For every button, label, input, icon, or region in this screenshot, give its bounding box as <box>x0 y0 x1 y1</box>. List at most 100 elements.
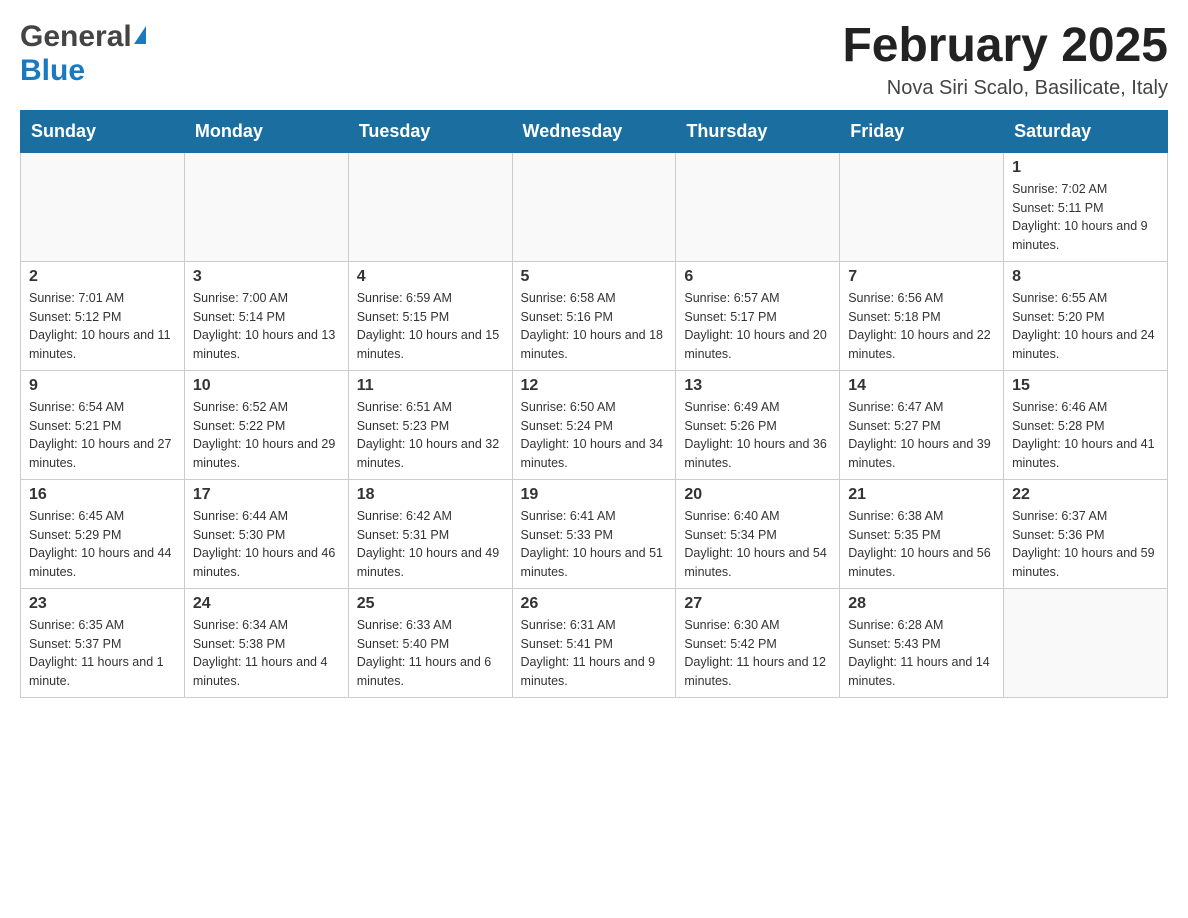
calendar-day-cell: 19 Sunrise: 6:41 AMSunset: 5:33 PMDayligh… <box>512 479 676 588</box>
calendar-table: SundayMondayTuesdayWednesdayThursdayFrid… <box>20 110 1168 698</box>
day-info: Sunrise: 6:50 AMSunset: 5:24 PMDaylight:… <box>521 398 668 473</box>
calendar-day-cell: 14 Sunrise: 6:47 AMSunset: 5:27 PMDayligh… <box>840 370 1004 479</box>
day-number: 5 <box>521 268 668 286</box>
day-info: Sunrise: 6:47 AMSunset: 5:27 PMDaylight:… <box>848 398 995 473</box>
calendar-day-cell: 21 Sunrise: 6:38 AMSunset: 5:35 PMDayligh… <box>840 479 1004 588</box>
calendar-week-row: 9 Sunrise: 6:54 AMSunset: 5:21 PMDaylight… <box>21 370 1168 479</box>
day-number: 17 <box>193 486 340 504</box>
calendar-week-row: 2 Sunrise: 7:01 AMSunset: 5:12 PMDaylight… <box>21 261 1168 370</box>
calendar-day-cell: 25 Sunrise: 6:33 AMSunset: 5:40 PMDayligh… <box>348 588 512 697</box>
calendar-day-cell: 2 Sunrise: 7:01 AMSunset: 5:12 PMDaylight… <box>21 261 185 370</box>
day-number: 21 <box>848 486 995 504</box>
day-info: Sunrise: 6:51 AMSunset: 5:23 PMDaylight:… <box>357 398 504 473</box>
day-of-week-header: Saturday <box>1004 110 1168 152</box>
calendar-day-cell: 16 Sunrise: 6:45 AMSunset: 5:29 PMDayligh… <box>21 479 185 588</box>
calendar-day-cell: 5 Sunrise: 6:58 AMSunset: 5:16 PMDaylight… <box>512 261 676 370</box>
day-info: Sunrise: 6:56 AMSunset: 5:18 PMDaylight:… <box>848 289 995 364</box>
calendar-day-cell: 4Sunrise: 6:59 AMSunset: 5:15 PMDaylight… <box>348 261 512 370</box>
day-info: Sunrise: 6:41 AMSunset: 5:33 PMDaylight:… <box>521 507 668 582</box>
calendar-day-cell: 13Sunrise: 6:49 AMSunset: 5:26 PMDayligh… <box>676 370 840 479</box>
calendar-day-cell: 10 Sunrise: 6:52 AMSunset: 5:22 PMDayligh… <box>184 370 348 479</box>
day-info: Sunrise: 6:35 AMSunset: 5:37 PMDaylight:… <box>29 616 176 691</box>
day-number: 27 <box>684 595 831 613</box>
calendar-day-cell: 9 Sunrise: 6:54 AMSunset: 5:21 PMDaylight… <box>21 370 185 479</box>
day-info: Sunrise: 7:02 AMSunset: 5:11 PMDaylight:… <box>1012 180 1159 255</box>
day-info: Sunrise: 6:33 AMSunset: 5:40 PMDaylight:… <box>357 616 504 691</box>
day-number: 2 <box>29 268 176 286</box>
day-info: Sunrise: 6:40 AMSunset: 5:34 PMDaylight:… <box>684 507 831 582</box>
day-info: Sunrise: 6:37 AMSunset: 5:36 PMDaylight:… <box>1012 507 1159 582</box>
day-of-week-header: Monday <box>184 110 348 152</box>
day-number: 4 <box>357 268 504 286</box>
calendar-week-row: 23 Sunrise: 6:35 AMSunset: 5:37 PMDayligh… <box>21 588 1168 697</box>
day-number: 25 <box>357 595 504 613</box>
day-number: 20 <box>684 486 831 504</box>
day-info: Sunrise: 6:30 AMSunset: 5:42 PMDaylight:… <box>684 616 831 691</box>
calendar-day-cell: 7 Sunrise: 6:56 AMSunset: 5:18 PMDaylight… <box>840 261 1004 370</box>
day-info: Sunrise: 7:00 AMSunset: 5:14 PMDaylight:… <box>193 289 340 364</box>
logo-triangle-icon <box>134 26 146 44</box>
calendar-day-cell: 3Sunrise: 7:00 AMSunset: 5:14 PMDaylight… <box>184 261 348 370</box>
calendar-day-cell: 1Sunrise: 7:02 AMSunset: 5:11 PMDaylight… <box>1004 152 1168 261</box>
day-info: Sunrise: 6:42 AMSunset: 5:31 PMDaylight:… <box>357 507 504 582</box>
logo: General Blue <box>20 20 146 88</box>
calendar-day-cell: 23 Sunrise: 6:35 AMSunset: 5:37 PMDayligh… <box>21 588 185 697</box>
location-text: Nova Siri Scalo, Basilicate, Italy <box>842 77 1168 100</box>
day-number: 9 <box>29 377 176 395</box>
day-of-week-header: Friday <box>840 110 1004 152</box>
calendar-header-row: SundayMondayTuesdayWednesdayThursdayFrid… <box>21 110 1168 152</box>
calendar-day-cell: 15Sunrise: 6:46 AMSunset: 5:28 PMDayligh… <box>1004 370 1168 479</box>
day-info: Sunrise: 6:45 AMSunset: 5:29 PMDaylight:… <box>29 507 176 582</box>
day-number: 12 <box>521 377 668 395</box>
day-of-week-header: Sunday <box>21 110 185 152</box>
day-number: 24 <box>193 595 340 613</box>
day-number: 22 <box>1012 486 1159 504</box>
day-info: Sunrise: 6:58 AMSunset: 5:16 PMDaylight:… <box>521 289 668 364</box>
day-of-week-header: Thursday <box>676 110 840 152</box>
calendar-day-cell: 26Sunrise: 6:31 AMSunset: 5:41 PMDayligh… <box>512 588 676 697</box>
calendar-day-cell: 24 Sunrise: 6:34 AMSunset: 5:38 PMDayligh… <box>184 588 348 697</box>
calendar-day-cell <box>512 152 676 261</box>
day-number: 19 <box>521 486 668 504</box>
day-number: 7 <box>848 268 995 286</box>
day-info: Sunrise: 6:34 AMSunset: 5:38 PMDaylight:… <box>193 616 340 691</box>
day-info: Sunrise: 6:52 AMSunset: 5:22 PMDaylight:… <box>193 398 340 473</box>
day-number: 14 <box>848 377 995 395</box>
day-number: 16 <box>29 486 176 504</box>
calendar-day-cell <box>21 152 185 261</box>
day-number: 23 <box>29 595 176 613</box>
day-info: Sunrise: 6:54 AMSunset: 5:21 PMDaylight:… <box>29 398 176 473</box>
day-number: 26 <box>521 595 668 613</box>
calendar-day-cell: 11 Sunrise: 6:51 AMSunset: 5:23 PMDayligh… <box>348 370 512 479</box>
day-number: 6 <box>684 268 831 286</box>
calendar-day-cell: 27 Sunrise: 6:30 AMSunset: 5:42 PMDayligh… <box>676 588 840 697</box>
day-number: 28 <box>848 595 995 613</box>
day-info: Sunrise: 7:01 AMSunset: 5:12 PMDaylight:… <box>29 289 176 364</box>
day-info: Sunrise: 6:38 AMSunset: 5:35 PMDaylight:… <box>848 507 995 582</box>
day-info: Sunrise: 6:57 AMSunset: 5:17 PMDaylight:… <box>684 289 831 364</box>
day-of-week-header: Tuesday <box>348 110 512 152</box>
day-info: Sunrise: 6:46 AMSunset: 5:28 PMDaylight:… <box>1012 398 1159 473</box>
calendar-day-cell: 12 Sunrise: 6:50 AMSunset: 5:24 PMDayligh… <box>512 370 676 479</box>
day-of-week-header: Wednesday <box>512 110 676 152</box>
calendar-day-cell: 8 Sunrise: 6:55 AMSunset: 5:20 PMDaylight… <box>1004 261 1168 370</box>
day-info: Sunrise: 6:44 AMSunset: 5:30 PMDaylight:… <box>193 507 340 582</box>
calendar-day-cell: 18 Sunrise: 6:42 AMSunset: 5:31 PMDayligh… <box>348 479 512 588</box>
calendar-day-cell <box>676 152 840 261</box>
calendar-day-cell: 28 Sunrise: 6:28 AMSunset: 5:43 PMDayligh… <box>840 588 1004 697</box>
day-number: 18 <box>357 486 504 504</box>
calendar-day-cell <box>348 152 512 261</box>
day-number: 11 <box>357 377 504 395</box>
day-info: Sunrise: 6:49 AMSunset: 5:26 PMDaylight:… <box>684 398 831 473</box>
day-number: 10 <box>193 377 340 395</box>
day-info: Sunrise: 6:28 AMSunset: 5:43 PMDaylight:… <box>848 616 995 691</box>
logo-general-text: General <box>20 20 132 54</box>
day-info: Sunrise: 6:55 AMSunset: 5:20 PMDaylight:… <box>1012 289 1159 364</box>
day-number: 8 <box>1012 268 1159 286</box>
calendar-week-row: 16 Sunrise: 6:45 AMSunset: 5:29 PMDayligh… <box>21 479 1168 588</box>
month-title: February 2025 <box>842 20 1168 73</box>
calendar-day-cell <box>840 152 1004 261</box>
title-block: February 2025 Nova Siri Scalo, Basilicat… <box>842 20 1168 100</box>
logo-blue-text: Blue <box>20 54 85 87</box>
calendar-day-cell: 22 Sunrise: 6:37 AMSunset: 5:36 PMDayligh… <box>1004 479 1168 588</box>
